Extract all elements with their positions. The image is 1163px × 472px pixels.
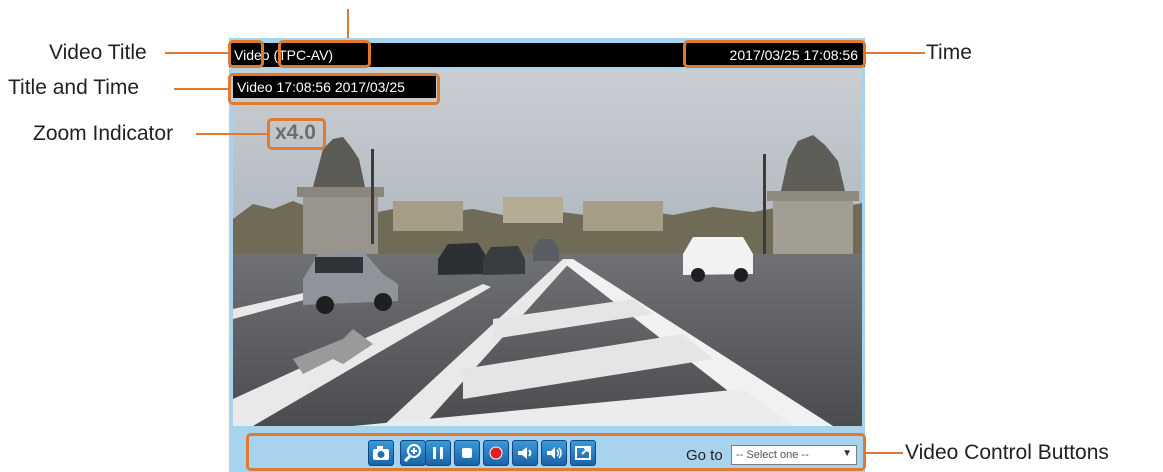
time-callout: Time <box>926 41 972 64</box>
video-title-highlight <box>228 40 264 68</box>
time-highlight <box>683 40 866 68</box>
live-video-frame[interactable] <box>233 69 862 426</box>
video-title-callout: Video Title <box>49 41 147 64</box>
control-buttons-leader <box>866 452 903 454</box>
zoom-indicator-leader <box>196 133 268 135</box>
video-title-leader <box>165 52 229 54</box>
video-control-buttons-callout: Video Control Buttons <box>905 441 1109 464</box>
street-scene-image <box>233 69 862 426</box>
time-leader <box>865 52 925 54</box>
title-and-time-leader <box>174 88 229 90</box>
zoom-indicator-callout: Zoom Indicator <box>33 122 174 145</box>
title-and-time-callout: Title and Time <box>8 76 140 99</box>
protocol-highlight <box>278 40 371 68</box>
control-buttons-highlight <box>246 433 866 471</box>
title-and-time-highlight <box>228 73 440 105</box>
zoom-indicator-highlight <box>267 118 326 150</box>
protocol-leader <box>347 9 349 39</box>
